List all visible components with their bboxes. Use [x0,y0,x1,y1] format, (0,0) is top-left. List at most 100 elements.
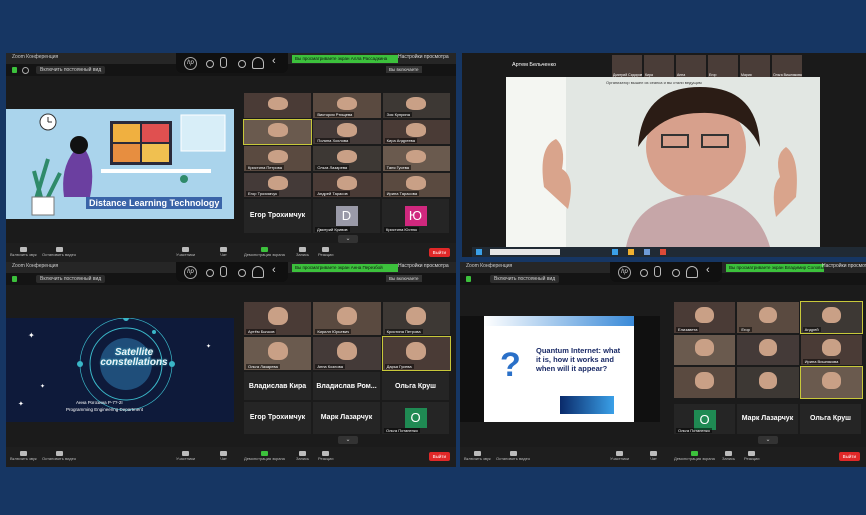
name-tile-2[interactable]: Владислав Ром... [313,372,380,400]
participant-tile[interactable]: Елизавета [674,302,736,333]
fullscreen-button[interactable]: Вы включаете [386,66,422,73]
reactions-button[interactable]: Реакции [318,451,333,461]
participants-button[interactable]: Участники [176,247,195,257]
participant-tile[interactable]: Таня Гусева [382,146,450,171]
mute-button[interactable]: Включить звук [10,247,37,257]
participant-tile[interactable]: Андрей Тарасов [313,172,381,197]
leave-button[interactable]: Выйти [428,452,450,461]
participant-tile[interactable] [737,334,799,366]
reactions-button[interactable]: Реакции [744,451,759,461]
chevron-down-icon[interactable]: ⌄ [338,235,358,243]
name-tile-1[interactable]: Марк Лазарчук [737,404,798,434]
record-button[interactable]: Запись [722,451,735,461]
viewing-banner[interactable]: Вы просматриваете экран Анна Перезбой [292,264,398,272]
participant-tile[interactable] [799,366,863,399]
chevron-down-icon[interactable]: ⌄ [758,436,778,444]
participants-button[interactable]: Участники [176,451,195,461]
participant-tile[interactable] [242,118,313,145]
chevron-left-icon[interactable]: ‹ [272,55,276,67]
participant-tile[interactable]: Зоя Куприна [382,93,450,118]
chevron-left-icon[interactable]: ‹ [706,264,710,276]
participant-tile[interactable]: Андрей [799,301,863,334]
mic-icon[interactable] [654,266,661,277]
reactions-button[interactable]: Реакции [318,247,333,257]
name-tile-1[interactable]: Владислав Кира [244,372,311,400]
search-icon[interactable] [490,249,560,255]
stop-video-button[interactable]: Остановить видео [496,451,530,461]
mic-icon[interactable] [220,266,227,277]
participant-tile[interactable]: Полина Хохлова [313,119,381,144]
stop-video-button[interactable]: Остановить видео [42,451,76,461]
view-toggle[interactable]: Включить постоянный вид [36,275,106,283]
view-toggle[interactable]: Включить постоянный вид [36,66,106,74]
participant-tile[interactable]: Виктория Ртищева [313,93,381,118]
participant-tile[interactable]: Дарья Гусева [381,336,452,371]
name-tile-4[interactable]: Егор Трохимчук [244,402,311,434]
name-tile-3[interactable]: Ольга Круш [382,372,449,400]
chat-button[interactable]: Чат [650,451,657,461]
view-settings[interactable]: Настройки просмотра [398,263,449,269]
participant-tile[interactable]: Егор Трохимчук [244,172,312,197]
thumbnail-tile[interactable]: Дмитрий Сидоров [612,55,642,77]
taskbar-app-icon[interactable] [612,249,618,255]
name-tile-1[interactable]: Егор Трохимчук [244,199,311,233]
camera-dot-icon[interactable] [206,60,214,68]
camera-dot-icon[interactable] [206,269,214,277]
participant-tile[interactable]: Анна Козлова [313,337,381,370]
participant-tile[interactable]: Кира Андреева [382,119,450,144]
avatar-tile-o[interactable]: O Ольга Потапенко [674,404,735,434]
name-tile-2[interactable]: Ольга Круш [800,404,861,434]
participant-tile[interactable]: Кристина Петрова [244,146,312,171]
avatar-tile-o[interactable]: O Ольга Потапенко [382,402,449,434]
record-dot-icon[interactable] [238,269,246,277]
record-dot-icon[interactable] [672,269,680,277]
windows-icon[interactable] [476,249,482,255]
participant-tile[interactable]: Кристина Петрова [382,302,450,335]
participant-tile[interactable] [674,334,736,366]
stop-video-button[interactable]: Остановить видео [42,247,76,257]
taskbar-app-icon[interactable] [628,249,634,255]
chevron-left-icon[interactable]: ‹ [272,264,276,276]
viewing-banner[interactable]: Вы просматриваете экран Владимир Соловьё… [726,264,824,272]
record-button[interactable]: Запись [296,247,309,257]
taskbar-app-icon[interactable] [644,249,650,255]
leave-button[interactable]: Выйти [838,452,860,461]
participant-tile[interactable]: Артём Бычков [244,302,312,335]
participants-button[interactable]: Участники [610,451,629,461]
participant-tile[interactable] [244,93,312,118]
share-screen-button[interactable]: Демонстрация экрана [244,451,285,461]
participant-tile[interactable]: Егор [737,302,799,333]
share-screen-button[interactable]: Демонстрация экрана [674,451,715,461]
participant-tile[interactable]: Ирина Тарасова [382,172,450,197]
camera-dot-icon[interactable] [640,269,648,277]
leave-button[interactable]: Выйти [428,248,450,257]
participant-tile[interactable]: Ирина Вишнякова [800,334,862,366]
taskbar-app-icon[interactable] [660,249,666,255]
thumbnail-tile[interactable]: Кира [644,55,674,77]
view-settings[interactable]: Настройки просмотра [822,263,866,269]
fullscreen-button[interactable]: Вы включаете [386,275,422,282]
name-tile-5[interactable]: Марк Лазарчук [313,402,380,434]
share-screen-button[interactable]: Демонстрация экрана [244,247,285,257]
chat-button[interactable]: Чат [220,247,227,257]
thumbnail-tile[interactable]: Ольга Вишнякова [772,55,802,77]
avatar-tile-yu[interactable]: Ю Кристина Юстюк [382,199,449,233]
thumbnail-tile[interactable]: Мария [740,55,770,77]
mic-icon[interactable] [220,57,227,68]
viewing-banner[interactable]: Вы просматриваете экран Алла Рассадкинa [292,55,398,63]
mute-button[interactable]: Включить звук [10,451,37,461]
view-settings[interactable]: Настройки просмотра [398,54,449,60]
participant-tile[interactable]: Ольга Лазарева [244,337,312,370]
chat-button[interactable]: Чат [220,451,227,461]
record-button[interactable]: Запись [296,451,309,461]
mute-button[interactable]: Включить звук [464,451,491,461]
record-dot-icon[interactable] [238,60,246,68]
participant-tile[interactable]: Кирилл Юрьевич [313,302,381,335]
chevron-down-icon[interactable]: ⌄ [338,436,358,444]
bell-icon[interactable] [252,266,264,278]
participant-tile[interactable] [737,367,799,398]
participant-tile[interactable] [674,367,736,398]
bell-icon[interactable] [252,57,264,69]
bell-icon[interactable] [686,266,698,278]
avatar-tile-d[interactable]: D Дмитрий Кривов [313,199,380,233]
